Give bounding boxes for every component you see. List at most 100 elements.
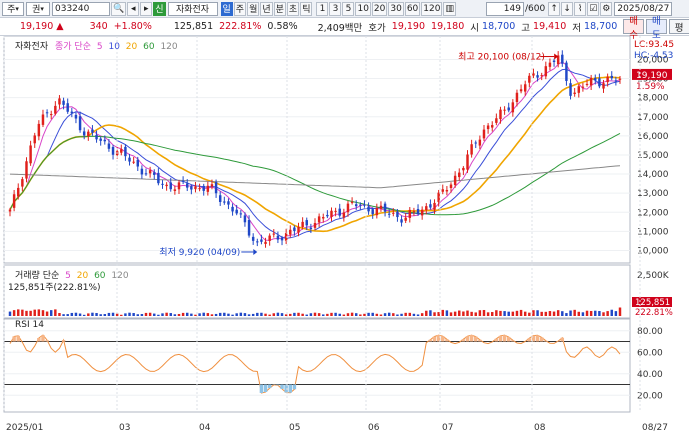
tab-interval-10[interactable]: 10 bbox=[355, 1, 371, 16]
tab-interval-5[interactable]: 5 bbox=[342, 1, 355, 16]
volume-bar bbox=[503, 311, 506, 316]
candle-body bbox=[198, 188, 201, 190]
x-tick-label: 05 bbox=[289, 423, 300, 433]
tab-interval-3[interactable]: 3 bbox=[329, 1, 342, 16]
chart-area[interactable]: 20,00019,00018,00017,00016,00015,00014,0… bbox=[0, 35, 689, 440]
filter-select[interactable]: 권 ▾ bbox=[26, 1, 50, 16]
tab-interval-30[interactable]: 30 bbox=[388, 1, 404, 16]
tab-period-3[interactable]: 년 bbox=[260, 1, 273, 16]
volume-bar bbox=[606, 311, 609, 316]
candle-body bbox=[359, 204, 362, 206]
candle-body bbox=[371, 209, 374, 215]
candle-body bbox=[260, 239, 263, 242]
volume-bar bbox=[153, 313, 156, 316]
checkbox-icon[interactable]: ☑ bbox=[587, 1, 600, 16]
candle-body bbox=[223, 201, 226, 203]
candle-body bbox=[569, 83, 572, 96]
legend-name: 자화전자 bbox=[15, 42, 49, 52]
code-input[interactable]: 033240 bbox=[52, 1, 110, 16]
volume-bar bbox=[478, 310, 482, 316]
bar-chart-icon[interactable]: ▥ bbox=[443, 1, 456, 16]
volume-bar bbox=[515, 310, 519, 316]
volume-bar bbox=[136, 314, 139, 316]
volume-bar bbox=[148, 312, 152, 316]
volume-bar bbox=[272, 313, 276, 316]
candle-body bbox=[528, 75, 531, 83]
volume-value: 125,851주(222.81%) bbox=[8, 283, 101, 293]
date-input[interactable]: 2025/08/27 bbox=[614, 1, 673, 16]
volume-bar bbox=[486, 312, 490, 316]
volume-bar bbox=[45, 311, 49, 316]
candle-body bbox=[429, 204, 432, 208]
tab-period-1[interactable]: 주 bbox=[233, 1, 247, 16]
rsi-tick-label: 20.00 bbox=[637, 391, 663, 401]
price: 19,190 bbox=[20, 21, 54, 32]
stock-name: 자화전자 bbox=[167, 1, 218, 16]
candle-body bbox=[392, 212, 395, 214]
candle-body bbox=[404, 217, 407, 221]
eval-button[interactable]: 평 bbox=[668, 19, 689, 34]
sell-button[interactable]: 매도 bbox=[646, 16, 667, 41]
volume-bar bbox=[260, 312, 263, 316]
volume-bar bbox=[433, 312, 436, 316]
x-tick-label: 04 bbox=[199, 423, 211, 433]
volume-bar bbox=[124, 313, 127, 316]
volume-bar bbox=[354, 313, 358, 316]
zigzag-icon[interactable]: ⌇ bbox=[574, 1, 587, 16]
tab-period-6[interactable]: 틱 bbox=[300, 1, 313, 16]
volume-bar bbox=[161, 313, 164, 316]
volume-bar bbox=[66, 314, 69, 316]
candle-body bbox=[449, 184, 453, 188]
candle-body bbox=[165, 184, 168, 187]
candle-body bbox=[17, 187, 20, 197]
tab-interval-120[interactable]: 120 bbox=[421, 1, 443, 16]
volume-bar bbox=[70, 312, 74, 316]
legend-ma10: 10 bbox=[108, 42, 120, 52]
filter-label: 권 bbox=[32, 5, 41, 15]
count-value: 149 bbox=[503, 3, 521, 14]
candle-body bbox=[58, 98, 61, 105]
candle-body bbox=[280, 237, 284, 241]
candle-body bbox=[606, 76, 609, 83]
volume-bar bbox=[458, 310, 461, 316]
arrow-up-icon[interactable]: ↑ bbox=[548, 1, 561, 16]
tab-period-2[interactable]: 월 bbox=[247, 1, 260, 16]
candle-body bbox=[334, 210, 337, 212]
x-tick-label: 08/27 bbox=[642, 423, 668, 433]
tab-interval-60[interactable]: 60 bbox=[404, 1, 421, 16]
volume-bar bbox=[169, 313, 172, 316]
search-icon[interactable]: 🔍 bbox=[111, 1, 127, 16]
tab-interval-1[interactable]: 1 bbox=[316, 1, 329, 16]
gear-icon[interactable]: ⚙ bbox=[600, 1, 613, 16]
candle-body bbox=[532, 73, 535, 76]
rsi-tick-label: 80.00 bbox=[637, 327, 663, 337]
candle-body bbox=[276, 235, 280, 240]
candle-body bbox=[214, 182, 218, 194]
count-input[interactable]: 149 bbox=[485, 1, 524, 16]
volume-bar bbox=[247, 314, 251, 316]
buy-button[interactable]: 매수 bbox=[623, 16, 645, 41]
tab-period-0[interactable]: 일 bbox=[220, 1, 233, 16]
volume-bar bbox=[210, 314, 214, 316]
candle-body bbox=[124, 146, 127, 157]
candle-body bbox=[268, 235, 271, 241]
arrow-down-icon[interactable]: ↓ bbox=[561, 1, 574, 16]
ask: 19,190 bbox=[391, 21, 426, 32]
volume-bar bbox=[367, 312, 370, 316]
next-icon[interactable]: ▸ bbox=[140, 1, 153, 16]
tab-period-5[interactable]: 초 bbox=[286, 1, 300, 16]
prev-icon[interactable]: ◂ bbox=[127, 1, 140, 16]
candle-body bbox=[169, 182, 172, 190]
candle-body bbox=[474, 142, 477, 144]
candle-body bbox=[62, 100, 65, 105]
market-select[interactable]: 주 ▾ bbox=[2, 1, 24, 16]
candle-body bbox=[433, 202, 436, 210]
rsi-tick-label: 40.00 bbox=[637, 370, 663, 380]
tab-interval-20[interactable]: 20 bbox=[371, 1, 388, 16]
volume-bar bbox=[598, 311, 601, 316]
stock-chart[interactable]: 20,00019,00018,00017,00016,00015,00014,0… bbox=[0, 35, 689, 440]
candle-body bbox=[87, 131, 90, 137]
volume-bar bbox=[338, 313, 341, 316]
tab-period-4[interactable]: 분 bbox=[273, 1, 286, 16]
volume-bar bbox=[540, 311, 543, 316]
